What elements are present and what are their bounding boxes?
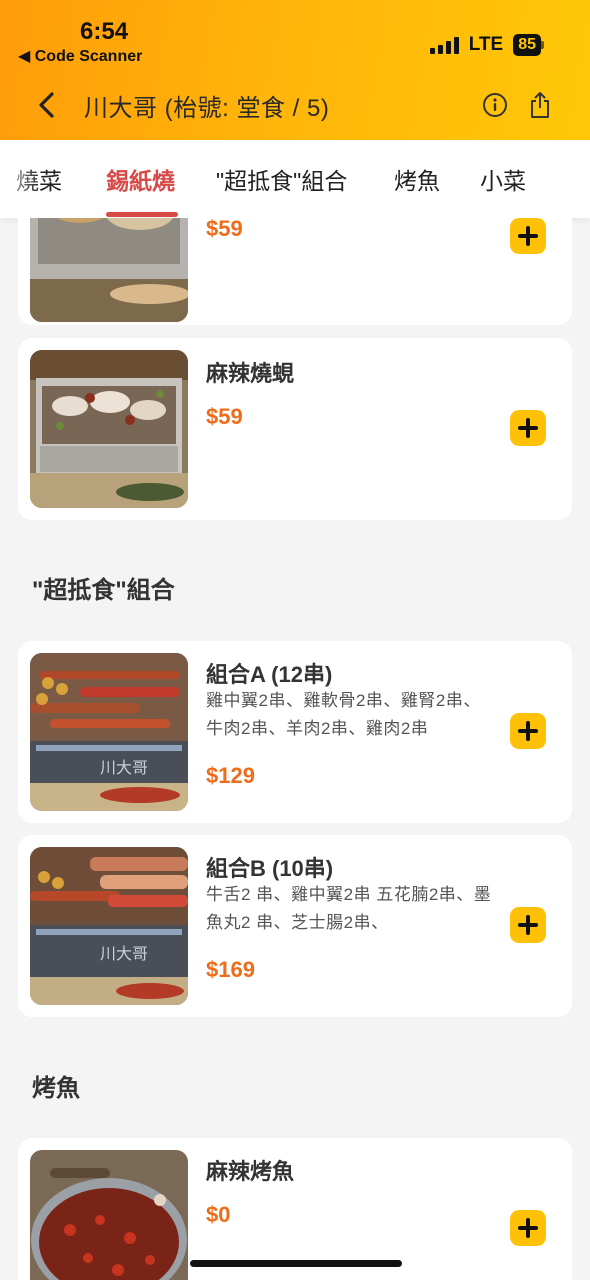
signal-icon: [429, 36, 459, 54]
item-price: $59: [206, 404, 243, 429]
item-price: $59: [206, 218, 243, 241]
menu-item-card[interactable]: 川大哥 組合B (10串) 牛舌2 串、雞中翼2串 五花腩2串、墨魚丸2 串、芝…: [18, 835, 572, 1017]
item-name: 麻辣燒蜆: [206, 361, 295, 386]
dish-image: [30, 350, 188, 508]
menu-item-card[interactable]: 川大哥 組合A (12串) 雞中翼2串、雞軟骨2串、雞腎2串、牛肉2串、羊肉2串…: [18, 641, 572, 823]
battery-level: 85: [513, 34, 541, 56]
add-to-cart-button[interactable]: [510, 907, 546, 943]
dish-image: [30, 1150, 188, 1280]
item-price: $129: [206, 763, 255, 788]
add-to-cart-button[interactable]: [510, 218, 546, 254]
menu-list: $59 麻辣燒蜆 $59 "超抵食"組合 川大哥 組合A (12串) 雞中翼2串…: [0, 218, 590, 1280]
item-name: 組合A (12串): [206, 662, 333, 687]
home-indicator[interactable]: [190, 1260, 402, 1267]
section-title: 烤魚: [32, 1075, 80, 1102]
category-tabs: 燒菜 錫紙燒 "超抵食"組合 烤魚 小菜: [0, 140, 590, 218]
add-to-cart-button[interactable]: [510, 713, 546, 749]
app-header: 6:54 ◀ Code Scanner LTE 85 川大哥 (枱號: 堂食 /…: [0, 0, 590, 140]
svg-text:川大哥: 川大哥: [100, 758, 148, 777]
add-to-cart-button[interactable]: [510, 410, 546, 446]
section-title: "超抵食"組合: [32, 577, 175, 604]
status-indicators: LTE 85: [429, 34, 544, 56]
add-to-cart-button[interactable]: [510, 1210, 546, 1246]
svg-text:川大哥: 川大哥: [100, 944, 148, 963]
tab-foil-grill[interactable]: 錫紙燒: [106, 162, 175, 196]
dish-image: 川大哥: [30, 653, 188, 811]
tab-combo[interactable]: "超抵食"組合: [216, 162, 347, 196]
item-price: $0: [206, 1202, 231, 1227]
chevron-left-icon[interactable]: [34, 90, 60, 120]
network-label: LTE: [468, 34, 504, 55]
item-description: 牛舌2 串、雞中翼2串 五花腩2串、墨魚丸2 串、芝士腸2串、: [206, 885, 492, 932]
menu-item-card[interactable]: 麻辣燒蜆 $59: [18, 338, 572, 520]
dish-image: [30, 218, 188, 322]
tab-grilled-fish[interactable]: 烤魚: [394, 162, 440, 196]
status-time: 6:54: [80, 18, 129, 45]
tab-small-dishes[interactable]: 小菜: [480, 162, 526, 196]
item-description: 雞中翼2串、雞軟骨2串、雞腎2串、牛肉2串、羊肉2串、雞肉2串: [206, 691, 481, 738]
dish-image: 川大哥: [30, 847, 188, 1005]
info-icon[interactable]: [482, 92, 508, 118]
item-name: 組合B (10串): [206, 856, 334, 881]
page-title: 川大哥 (枱號: 堂食 / 5): [84, 95, 330, 122]
menu-item-card[interactable]: 麻辣烤魚 $0: [18, 1138, 572, 1280]
battery-icon: 85: [513, 34, 544, 56]
item-name: 麻辣烤魚: [206, 1159, 295, 1184]
item-price: $169: [206, 957, 255, 982]
back-to-app-link[interactable]: ◀ Code Scanner: [18, 46, 142, 66]
menu-item-card[interactable]: $59: [18, 218, 572, 325]
active-tab-indicator: [106, 212, 178, 217]
share-icon[interactable]: [528, 90, 552, 120]
